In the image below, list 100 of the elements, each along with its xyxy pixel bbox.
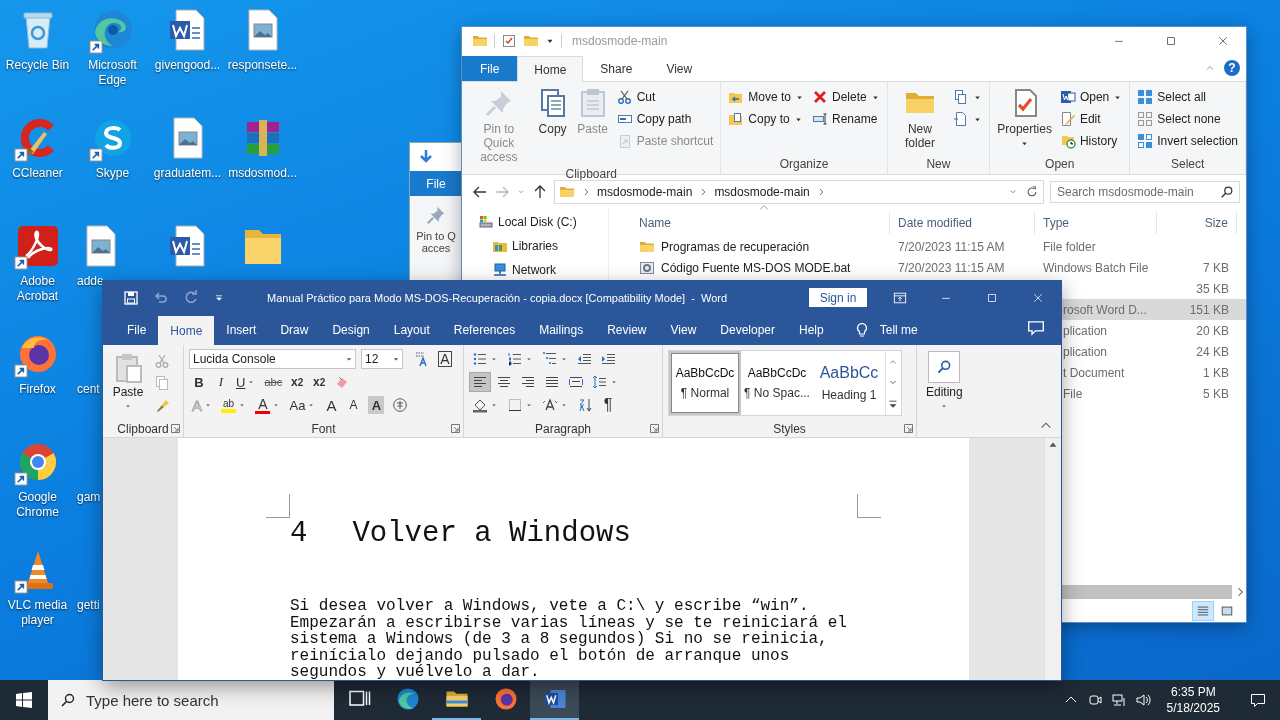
maximize-icon[interactable] <box>986 291 998 304</box>
ribbon-tab[interactable]: File <box>115 314 159 345</box>
format-painter-icon[interactable] <box>154 397 170 413</box>
nav-item[interactable]: Local Disk (C:) <box>498 215 577 229</box>
desktop-icon-label[interactable]: Firefox <box>0 382 75 397</box>
up-icon[interactable] <box>532 183 548 200</box>
desktop-icon-label[interactable]: cent <box>77 382 100 397</box>
search-field[interactable]: Type here to search <box>48 680 334 720</box>
format-button[interactable]: ab <box>218 395 251 415</box>
file-row[interactable]: plication 20 KB <box>1061 320 1246 341</box>
style-option[interactable]: AaBbCcDc ¶ Normal <box>669 351 741 415</box>
clock[interactable]: 6:35 PM 5/18/2025 <box>1158 684 1228 716</box>
ribbon-tab[interactable]: Mailings <box>527 314 596 345</box>
format-button[interactable]: A <box>252 395 285 415</box>
file-row[interactable]: plication 24 KB <box>1061 341 1246 362</box>
ribbon-button[interactable]: Rename <box>809 109 883 129</box>
desktop-icon-label[interactable]: adde <box>77 274 104 289</box>
undo-icon[interactable] <box>153 289 169 306</box>
format-button[interactable] <box>469 372 491 392</box>
taskbar-app[interactable] <box>530 680 579 720</box>
file-row[interactable]: 35 KB <box>1061 278 1246 299</box>
ribbon-tab[interactable]: Developer <box>708 314 788 345</box>
ribbon-button[interactable]: Properties <box>994 85 1055 156</box>
scrollbar-thumb[interactable] <box>1061 585 1232 599</box>
ribbon-button[interactable]: Copy <box>533 85 572 166</box>
ribbon-tab[interactable]: View <box>649 56 710 81</box>
ribbon-tab[interactable]: Home <box>517 56 584 82</box>
format-button[interactable]: B <box>189 372 209 392</box>
ribbon-button[interactable]: Delete <box>809 87 883 107</box>
format-button[interactable]: ¶ <box>598 395 618 415</box>
redo-icon[interactable] <box>183 289 199 306</box>
ribbon-tab[interactable]: Draw <box>268 314 321 345</box>
format-button[interactable]: abc <box>261 372 286 392</box>
format-button[interactable]: U <box>233 372 260 392</box>
nav-item[interactable]: Network <box>512 263 556 277</box>
speaker-icon[interactable] <box>1134 692 1151 708</box>
ribbon-button[interactable]: Open <box>1056 87 1126 107</box>
view-button[interactable] <box>1192 601 1214 621</box>
ribbon-button[interactable]: Invert selection <box>1134 131 1241 151</box>
chevron-icon[interactable] <box>581 186 591 197</box>
ribbon-button[interactable]: Select all <box>1134 87 1241 107</box>
format-button[interactable]: I <box>211 372 231 392</box>
font-name-field[interactable]: Lucida Console <box>189 349 356 369</box>
network-icon[interactable] <box>1110 692 1127 708</box>
format-button[interactable]: Aa <box>286 395 320 415</box>
font-size-field[interactable]: 12 <box>361 349 403 369</box>
sign-in-button[interactable]: Sign in <box>809 288 867 307</box>
format-button[interactable]: A <box>321 395 342 415</box>
download-icon[interactable] <box>418 149 434 165</box>
format-button[interactable]: A <box>435 349 455 369</box>
ribbon-button[interactable]: Cut <box>613 87 717 107</box>
dialog-launcher-icon[interactable] <box>904 424 913 433</box>
ribbon-button[interactable]: New folder <box>891 85 949 156</box>
address-bar[interactable]: msdosmode-main msdosmode-main <box>554 179 1044 204</box>
windows-logo-icon[interactable] <box>16 692 32 708</box>
dialog-launcher-icon[interactable] <box>650 424 659 433</box>
ribbon-tab[interactable]: View <box>658 314 709 345</box>
ribbon-button[interactable]: Move to <box>725 87 808 107</box>
ribbon-button[interactable]: Copy to <box>725 109 808 129</box>
save-icon[interactable] <box>123 289 139 306</box>
ribbon-tab[interactable]: Help <box>787 314 836 345</box>
column-header[interactable]: Type <box>1043 216 1069 230</box>
paste-button[interactable]: Paste <box>108 349 148 420</box>
file-row[interactable]: File 5 KB <box>1061 383 1246 404</box>
close-icon[interactable] <box>1032 291 1044 304</box>
ribbon-display-icon[interactable] <box>893 290 907 305</box>
ribbon-tab[interactable]: Insert <box>214 314 269 345</box>
ribbon-tab[interactable]: Design <box>320 314 382 345</box>
dialog-launcher-icon[interactable] <box>451 424 460 433</box>
ribbon-tab[interactable]: Home <box>158 316 215 345</box>
ribbon-tab[interactable]: Layout <box>381 314 442 345</box>
file-row[interactable]: Programas de recuperación 7/20/2023 11:15 AM File folder <box>609 236 1246 257</box>
desktop-icon-label[interactable]: getti <box>77 598 100 613</box>
ribbon-tab[interactable]: File <box>462 56 518 81</box>
ribbon-tab[interactable]: Share <box>583 56 650 81</box>
search-field[interactable]: Search msdosmode-main <box>1050 180 1240 203</box>
tell-me-box[interactable]: Tell me <box>879 322 918 337</box>
properties-icon[interactable] <box>501 33 517 49</box>
editing-button[interactable]: Editing <box>922 349 967 437</box>
breadcrumb[interactable]: msdosmode-main <box>597 184 693 199</box>
ribbon-button[interactable]: History <box>1056 131 1126 151</box>
nav-item[interactable]: Libraries <box>512 239 559 253</box>
notification-icon[interactable] <box>1250 692 1266 708</box>
file-row[interactable]: Código Fuente MS-DOS MODE.bat 7/20/2023 11:15 AM Windows Batch File 7 KB <box>609 257 1246 278</box>
desktop-icon-label[interactable]: gam <box>77 490 101 505</box>
ribbon-tab[interactable]: References <box>441 314 528 345</box>
camera-icon[interactable] <box>1086 692 1103 708</box>
file-row[interactable]: rosoft Word D... 151 KB <box>1061 299 1246 320</box>
column-header[interactable]: Name <box>639 216 671 230</box>
comment-icon[interactable] <box>1027 319 1045 337</box>
desktop-icon-label[interactable]: msdosmod... <box>225 166 300 181</box>
desktop-icon-label[interactable]: VLC media player <box>0 598 75 628</box>
help-button[interactable]: ? <box>1224 60 1240 76</box>
file-row[interactable]: t Document 1 KB <box>1061 362 1246 383</box>
column-header[interactable]: Date modified <box>898 216 973 230</box>
desktop-icon-label[interactable]: Adobe Acrobat <box>0 274 75 304</box>
ribbon-button[interactable]: Copy path <box>613 109 717 129</box>
format-button[interactable]: A <box>343 395 364 415</box>
dialog-launcher-icon[interactable] <box>171 424 180 433</box>
close-icon[interactable] <box>1217 35 1229 47</box>
